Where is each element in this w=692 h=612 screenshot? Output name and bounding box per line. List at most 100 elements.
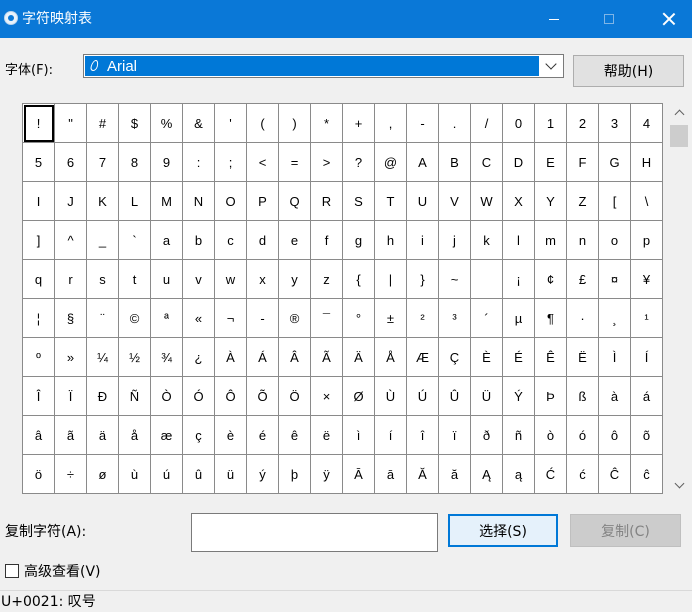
char-cell[interactable]: ê xyxy=(279,416,311,455)
char-cell[interactable]: ; xyxy=(215,143,247,182)
char-cell[interactable]: > xyxy=(311,143,343,182)
char-cell[interactable]: ' xyxy=(215,104,247,143)
char-cell[interactable]: ĉ xyxy=(631,455,663,494)
grid-scrollbar[interactable] xyxy=(666,103,692,494)
char-cell[interactable]: Å xyxy=(375,338,407,377)
char-cell[interactable]: Ă xyxy=(407,455,439,494)
char-cell[interactable]: e xyxy=(279,221,311,260)
char-cell[interactable]: » xyxy=(55,338,87,377)
char-cell[interactable]: ® xyxy=(279,299,311,338)
char-cell[interactable]: h xyxy=(375,221,407,260)
char-cell[interactable]: : xyxy=(183,143,215,182)
char-cell[interactable]: À xyxy=(215,338,247,377)
char-cell[interactable]: Ą xyxy=(471,455,503,494)
char-cell[interactable]: Ó xyxy=(183,377,215,416)
char-cell[interactable]: Ù xyxy=(375,377,407,416)
char-cell[interactable]: D xyxy=(503,143,535,182)
advanced-view-checkbox[interactable] xyxy=(5,564,19,578)
char-cell[interactable]: W xyxy=(471,182,503,221)
char-cell[interactable]: ¢ xyxy=(535,260,567,299)
char-cell[interactable]: þ xyxy=(279,455,311,494)
char-cell[interactable]: 2 xyxy=(567,104,599,143)
char-cell[interactable]: é xyxy=(247,416,279,455)
char-cell[interactable]: ą xyxy=(503,455,535,494)
char-cell[interactable]: V xyxy=(439,182,471,221)
char-cell[interactable]: § xyxy=(55,299,87,338)
char-cell[interactable]: ÷ xyxy=(55,455,87,494)
char-cell[interactable]: u xyxy=(151,260,183,299)
char-cell[interactable]: | xyxy=(375,260,407,299)
char-cell[interactable]: ö xyxy=(23,455,55,494)
char-cell[interactable] xyxy=(471,260,503,299)
char-cell[interactable]: . xyxy=(439,104,471,143)
char-cell[interactable]: × xyxy=(311,377,343,416)
char-cell[interactable]: j xyxy=(439,221,471,260)
char-cell[interactable]: ü xyxy=(215,455,247,494)
char-cell[interactable]: b xyxy=(183,221,215,260)
char-cell[interactable]: á xyxy=(631,377,663,416)
char-cell[interactable]: è xyxy=(215,416,247,455)
font-dropdown[interactable]: Arial xyxy=(83,54,564,78)
char-cell[interactable]: I xyxy=(23,182,55,221)
char-cell[interactable]: ¨ xyxy=(87,299,119,338)
char-cell[interactable]: ¥ xyxy=(631,260,663,299)
char-cell[interactable]: m xyxy=(535,221,567,260)
char-cell[interactable]: à xyxy=(599,377,631,416)
char-cell[interactable]: y xyxy=(279,260,311,299)
char-cell[interactable]: ô xyxy=(599,416,631,455)
scroll-down-button[interactable] xyxy=(666,476,692,494)
char-cell[interactable]: a xyxy=(151,221,183,260)
char-cell[interactable]: ï xyxy=(439,416,471,455)
char-cell[interactable]: , xyxy=(375,104,407,143)
char-cell[interactable]: ß xyxy=(567,377,599,416)
char-cell[interactable]: ¾ xyxy=(151,338,183,377)
char-cell[interactable]: f xyxy=(311,221,343,260)
char-cell[interactable]: = xyxy=(279,143,311,182)
select-button[interactable]: 选择(S) xyxy=(448,514,558,547)
char-cell[interactable]: ù xyxy=(119,455,151,494)
char-cell[interactable]: H xyxy=(631,143,663,182)
char-cell[interactable]: [ xyxy=(599,182,631,221)
char-cell[interactable]: ë xyxy=(311,416,343,455)
char-cell[interactable]: Ð xyxy=(87,377,119,416)
char-cell[interactable]: 6 xyxy=(55,143,87,182)
char-cell[interactable]: z xyxy=(311,260,343,299)
scroll-thumb[interactable] xyxy=(670,125,688,147)
char-cell[interactable]: Ú xyxy=(407,377,439,416)
char-cell[interactable]: M xyxy=(151,182,183,221)
char-cell[interactable]: · xyxy=(567,299,599,338)
char-cell[interactable]: % xyxy=(151,104,183,143)
char-cell[interactable]: ] xyxy=(23,221,55,260)
char-cell[interactable]: 5 xyxy=(23,143,55,182)
char-cell[interactable]: # xyxy=(87,104,119,143)
char-cell[interactable]: ! xyxy=(23,104,55,143)
char-cell[interactable]: ú xyxy=(151,455,183,494)
char-cell[interactable]: - xyxy=(247,299,279,338)
char-cell[interactable]: Ü xyxy=(471,377,503,416)
copy-characters-input[interactable] xyxy=(191,513,438,552)
char-cell[interactable]: 0 xyxy=(503,104,535,143)
char-cell[interactable]: ´ xyxy=(471,299,503,338)
char-cell[interactable]: ¸ xyxy=(599,299,631,338)
char-cell[interactable]: i xyxy=(407,221,439,260)
char-cell[interactable]: ? xyxy=(343,143,375,182)
char-cell[interactable]: ª xyxy=(151,299,183,338)
char-cell[interactable]: ð xyxy=(471,416,503,455)
char-cell[interactable]: Î xyxy=(23,377,55,416)
char-cell[interactable]: - xyxy=(407,104,439,143)
char-cell[interactable]: û xyxy=(183,455,215,494)
char-cell[interactable]: x xyxy=(247,260,279,299)
char-cell[interactable]: 4 xyxy=(631,104,663,143)
char-cell[interactable]: P xyxy=(247,182,279,221)
char-cell[interactable]: * xyxy=(311,104,343,143)
char-cell[interactable]: ½ xyxy=(119,338,151,377)
char-cell[interactable]: Q xyxy=(279,182,311,221)
char-cell[interactable]: î xyxy=(407,416,439,455)
char-cell[interactable]: ñ xyxy=(503,416,535,455)
char-cell[interactable]: Ĉ xyxy=(599,455,631,494)
char-cell[interactable]: p xyxy=(631,221,663,260)
char-cell[interactable]: ÿ xyxy=(311,455,343,494)
char-cell[interactable]: & xyxy=(183,104,215,143)
char-cell[interactable]: ¯ xyxy=(311,299,343,338)
char-cell[interactable]: _ xyxy=(87,221,119,260)
